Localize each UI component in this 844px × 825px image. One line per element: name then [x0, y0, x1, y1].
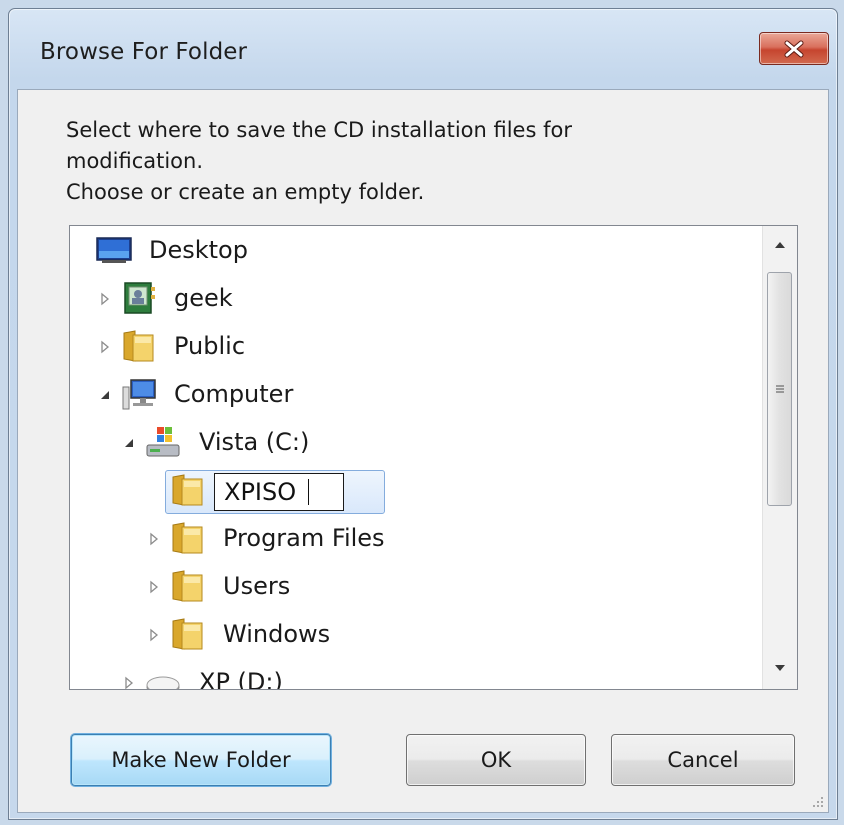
folder-icon: [123, 330, 154, 362]
folder-tree[interactable]: Desktop geek Public Computer Vista (C:) …: [69, 225, 798, 690]
ok-button[interactable]: OK: [406, 734, 586, 786]
text-caret: [308, 479, 309, 505]
scroll-up-button[interactable]: [763, 228, 797, 262]
expand-arrow-icon[interactable]: [147, 580, 161, 594]
collapse-arrow-icon[interactable]: [122, 436, 136, 450]
expand-arrow-icon[interactable]: [98, 292, 112, 306]
make-new-folder-button[interactable]: Make New Folder: [71, 734, 331, 786]
tree-item-label: geek: [174, 284, 233, 312]
close-button[interactable]: [759, 32, 829, 65]
scroll-up-arrow-icon: [775, 242, 785, 248]
tree-item-desktop[interactable]: Desktop: [70, 228, 750, 272]
desktop-icon: [96, 237, 132, 263]
tree-item-label: Public: [174, 332, 246, 360]
instructions-line: Choose or create an empty folder.: [66, 180, 425, 204]
tree-item-label: Vista (C:): [199, 428, 310, 456]
collapse-arrow-icon[interactable]: [98, 388, 112, 402]
tree-item-users[interactable]: Users: [70, 564, 750, 608]
tree-item-xp-d[interactable]: XP (D:): [70, 660, 750, 690]
tree-item-label: XP (D:): [199, 668, 283, 690]
tree-item-label: Computer: [174, 380, 294, 408]
vertical-scrollbar[interactable]: [762, 226, 797, 689]
tree-item-geek[interactable]: geek: [70, 276, 750, 320]
expand-arrow-icon[interactable]: [98, 340, 112, 354]
close-icon: [784, 40, 804, 57]
tree-item-label: Desktop: [149, 236, 248, 264]
expand-arrow-icon[interactable]: [122, 676, 136, 690]
instructions-line: Select where to save the CD installation…: [66, 118, 572, 142]
folder-icon: [172, 522, 203, 554]
title-bar[interactable]: Browse For Folder: [9, 9, 837, 89]
folder-icon: [172, 618, 203, 650]
tree-item-label: Users: [223, 572, 291, 600]
cancel-button[interactable]: Cancel: [611, 734, 795, 786]
computer-icon: [122, 379, 156, 410]
folder-icon: [172, 474, 203, 506]
drive-icon: [146, 427, 180, 457]
tree-item-new-folder[interactable]: [70, 468, 750, 512]
expand-arrow-icon[interactable]: [147, 628, 161, 642]
instructions-line: modification.: [66, 149, 204, 173]
user-folder-icon: [124, 282, 155, 314]
tree-item-label: Program Files: [223, 524, 385, 552]
scrollbar-thumb[interactable]: [767, 272, 792, 506]
rename-folder-input[interactable]: [214, 473, 344, 511]
tree-item-public[interactable]: Public: [70, 324, 750, 368]
resize-grip-icon[interactable]: [810, 794, 824, 808]
tree-item-vista-c[interactable]: Vista (C:): [70, 420, 750, 464]
expand-arrow-icon[interactable]: [147, 532, 161, 546]
tree-item-windows[interactable]: Windows: [70, 612, 750, 656]
scroll-grip-icon: [775, 385, 784, 393]
instructions-text: Select where to save the CD installation…: [66, 115, 716, 208]
tree-item-computer[interactable]: Computer: [70, 372, 750, 416]
scroll-down-button[interactable]: [763, 651, 797, 685]
tree-item-label: Windows: [223, 620, 331, 648]
folder-icon: [172, 570, 203, 602]
dialog-client-area: Select where to save the CD installation…: [17, 89, 829, 813]
scroll-down-arrow-icon: [775, 665, 785, 671]
browse-for-folder-dialog: Browse For Folder Select where to save t…: [8, 8, 838, 820]
tree-item-program-files[interactable]: Program Files: [70, 516, 750, 560]
drive-icon: [146, 676, 180, 689]
window-title: Browse For Folder: [40, 39, 248, 65]
